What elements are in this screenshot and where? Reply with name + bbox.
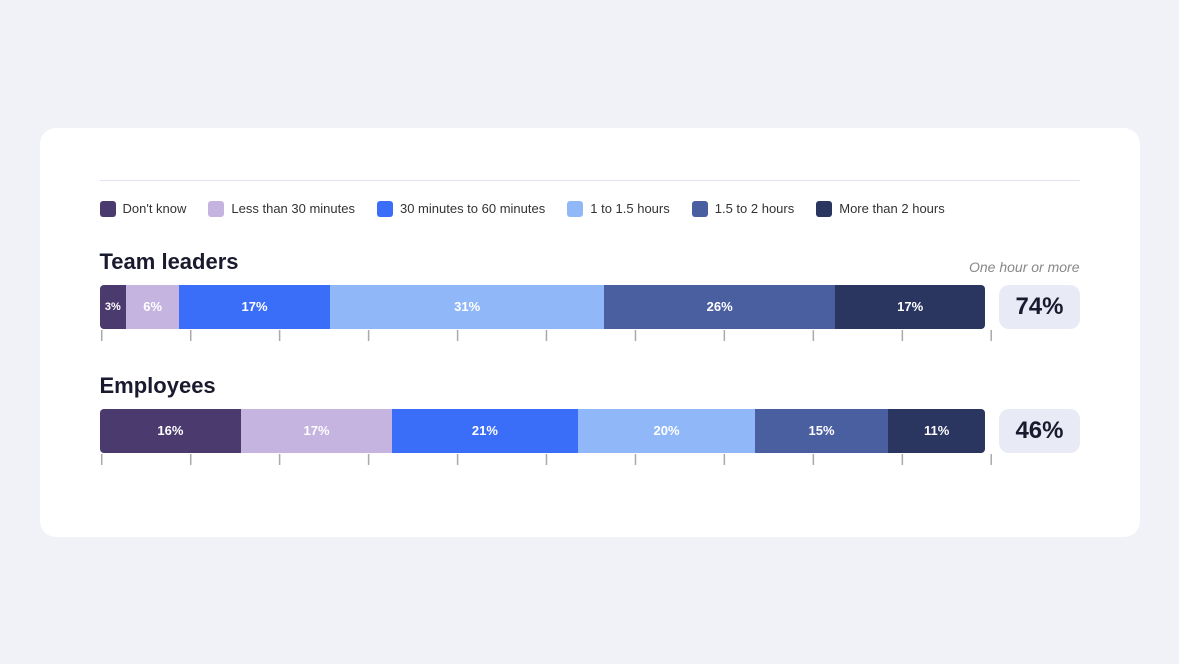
- legend-label-less-30: Less than 30 minutes: [231, 201, 355, 216]
- tick-mark: I: [900, 329, 904, 345]
- legend-swatch-more-2: [816, 201, 832, 217]
- tick-mark: I: [188, 329, 192, 345]
- tick-mark: I: [989, 329, 993, 345]
- legend-label-15-2: 1.5 to 2 hours: [715, 201, 795, 216]
- tick-row-team-leaders: IIIIIIIIIII: [100, 329, 1080, 345]
- legend-swatch-30-60: [377, 201, 393, 217]
- tick-mark: I: [811, 453, 815, 469]
- bar-segment-team-leaders-0: 3%: [100, 285, 127, 329]
- tick-mark: I: [900, 453, 904, 469]
- tick-mark: I: [989, 453, 993, 469]
- legend-item-dont-know: Don't know: [100, 201, 187, 217]
- bar-segment-employees-0: 16%: [100, 409, 242, 453]
- tick-mark: I: [633, 453, 637, 469]
- tick-mark: I: [633, 329, 637, 345]
- bar-segment-team-leaders-2: 17%: [179, 285, 330, 329]
- section-subtitle-team-leaders: One hour or more: [969, 259, 1080, 275]
- legend-swatch-1-15: [567, 201, 583, 217]
- tick-mark: I: [277, 329, 281, 345]
- bar-segment-employees-5: 11%: [888, 409, 985, 453]
- bar-segment-employees-3: 20%: [578, 409, 755, 453]
- tick-mark: I: [455, 453, 459, 469]
- legend-swatch-15-2: [692, 201, 708, 217]
- section-header-team-leaders: Team leaders One hour or more: [100, 249, 1080, 275]
- bar-segment-team-leaders-1: 6%: [126, 285, 179, 329]
- tick-mark: I: [277, 453, 281, 469]
- tick-mark: I: [366, 329, 370, 345]
- tick-mark: I: [188, 453, 192, 469]
- legend-item-15-2: 1.5 to 2 hours: [692, 201, 795, 217]
- main-card: Don't know Less than 30 minutes 30 minut…: [40, 128, 1140, 537]
- section-employees: Employees 16%17%21%20%15%11% 46% I I I I I I I I I I…: [100, 373, 1080, 469]
- bar-segment-team-leaders-3: 31%: [330, 285, 605, 329]
- tick-mark: I: [544, 453, 548, 469]
- section-title-employees: Employees: [100, 373, 216, 399]
- legend: Don't know Less than 30 minutes 30 minut…: [100, 201, 1080, 217]
- legend-swatch-dont-know: [100, 201, 116, 217]
- legend-item-more-2: More than 2 hours: [816, 201, 945, 217]
- section-team-leaders: Team leadersOne hour or more3%6%17%31%26…: [100, 249, 1080, 345]
- legend-label-more-2: More than 2 hours: [839, 201, 945, 216]
- section-title-team-leaders: Team leaders: [100, 249, 239, 275]
- tick-row-employees: IIIIIIIIIII: [100, 453, 1080, 469]
- legend-item-1-15: 1 to 1.5 hours: [567, 201, 670, 217]
- section-header-employees: Employees: [100, 373, 1080, 399]
- stacked-bar-employees: 16%17%21%20%15%11%: [100, 409, 986, 453]
- tick-mark: I: [544, 329, 548, 345]
- legend-swatch-less-30: [208, 201, 224, 217]
- badge-team-leaders: 74%: [999, 285, 1079, 329]
- tick-mark: I: [100, 329, 104, 345]
- tick-mark: I: [811, 329, 815, 345]
- bar-segment-employees-2: 21%: [392, 409, 578, 453]
- legend-label-1-15: 1 to 1.5 hours: [590, 201, 670, 216]
- bar-segment-employees-4: 15%: [755, 409, 888, 453]
- legend-item-less-30: Less than 30 minutes: [208, 201, 355, 217]
- bar-segment-team-leaders-4: 26%: [604, 285, 834, 329]
- legend-item-30-60: 30 minutes to 60 minutes: [377, 201, 545, 217]
- tick-mark: I: [722, 329, 726, 345]
- tick-mark: I: [366, 453, 370, 469]
- legend-label-30-60: 30 minutes to 60 minutes: [400, 201, 545, 216]
- bar-segment-team-leaders-5: 17%: [835, 285, 986, 329]
- bar-row-team-leaders: 3%6%17%31%26%17%74%: [100, 285, 1080, 329]
- title-divider: [100, 180, 1080, 181]
- bar-row-employees: 16%17%21%20%15%11% 46%: [100, 409, 1080, 453]
- tick-mark: I: [100, 453, 104, 469]
- tick-mark: I: [455, 329, 459, 345]
- bar-segment-employees-1: 17%: [241, 409, 392, 453]
- legend-label-dont-know: Don't know: [123, 201, 187, 216]
- stacked-bar-team-leaders: 3%6%17%31%26%17%: [100, 285, 986, 329]
- badge-employees: 46%: [999, 409, 1079, 453]
- tick-mark: I: [722, 453, 726, 469]
